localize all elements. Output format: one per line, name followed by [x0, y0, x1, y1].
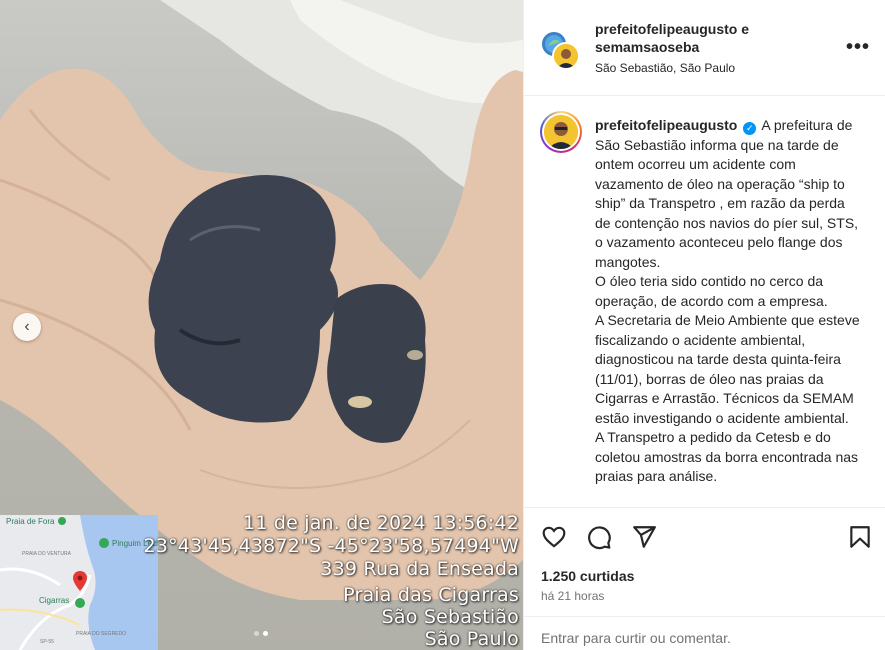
- map-label-cigarras: Cigarras: [39, 596, 70, 605]
- post-caption: prefeitofelipeaugusto ✓ A prefeitura de …: [595, 116, 861, 487]
- verified-badge-icon: ✓: [743, 122, 757, 135]
- save-bookmark-icon[interactable]: [847, 524, 873, 550]
- caption-scroll-area[interactable]: prefeitofelipeaugusto ✓ A prefeitura de …: [524, 97, 885, 507]
- collab-avatars[interactable]: [540, 30, 580, 70]
- comment-prompt[interactable]: Entrar para curtir ou comentar.: [524, 616, 885, 650]
- carousel-indicator: [254, 631, 268, 636]
- person-portrait-icon: [554, 44, 578, 68]
- photo-stamp-beach: Praia das Cigarras: [343, 584, 519, 606]
- photo-stamp-coordinates: 23°43'45,43872"S -45°23'58,57494"W: [143, 535, 519, 557]
- photo-stamp-state: São Paulo: [424, 628, 519, 650]
- caption-paragraph-3: A Secretaria de Meio Ambiente que esteve…: [595, 312, 860, 426]
- map-label-praia-de-fora: Praia de Fora: [6, 517, 55, 526]
- carousel-dot: [254, 631, 259, 636]
- post-details-panel: prefeitofelipeaugusto e semamsaoseba São…: [523, 0, 885, 650]
- post-actions-bar: [524, 507, 885, 562]
- previous-slide-button[interactable]: ‹: [13, 313, 41, 341]
- person-portrait-icon: [544, 115, 578, 149]
- like-count[interactable]: 1.250 curtidas: [541, 568, 634, 584]
- map-label-sp: SP-55: [40, 639, 54, 645]
- avatar-prefeitofelipeaugusto[interactable]: [552, 42, 580, 70]
- heart-icon[interactable]: [541, 524, 567, 550]
- photo-stamp-street: 339 Rua da Enseada: [320, 558, 519, 580]
- comment-placeholder[interactable]: Entrar para curtir ou comentar.: [541, 630, 731, 646]
- map-label-praia-ventura: PRAIA DO VENTURA: [22, 551, 71, 557]
- caption-paragraph-1: A prefeitura de São Sebastião informa qu…: [595, 117, 859, 270]
- map-pin-icon: [73, 571, 87, 591]
- post-location[interactable]: São Sebastião, São Paulo: [595, 61, 735, 75]
- caption-paragraph-4: A Transpetro a pedido da Cetesb e do col…: [595, 429, 859, 484]
- share-icon[interactable]: [631, 524, 657, 550]
- photo-stamp-city: São Sebastião: [381, 606, 519, 628]
- post-media[interactable]: ‹ Praia de Fora Pinguim Lech Cigarras PR…: [0, 0, 523, 650]
- post-timestamp[interactable]: há 21 horas: [541, 589, 604, 603]
- carousel-dot-active: [263, 631, 268, 636]
- comment-icon[interactable]: [586, 524, 612, 550]
- more-options-icon[interactable]: •••: [846, 36, 870, 59]
- caption-paragraph-2: O óleo teria sido contido no cerco da op…: [595, 273, 828, 309]
- photo-stamp-date: 11 de jan. de 2024 13:56:42: [243, 512, 519, 534]
- post-authors[interactable]: prefeitofelipeaugusto e semamsaoseba: [595, 20, 825, 56]
- post-header: prefeitofelipeaugusto e semamsaoseba São…: [524, 0, 885, 96]
- caption-username[interactable]: prefeitofelipeaugusto: [595, 117, 737, 133]
- chevron-left-icon: ‹: [24, 318, 30, 335]
- caption-author-avatar[interactable]: [540, 111, 582, 153]
